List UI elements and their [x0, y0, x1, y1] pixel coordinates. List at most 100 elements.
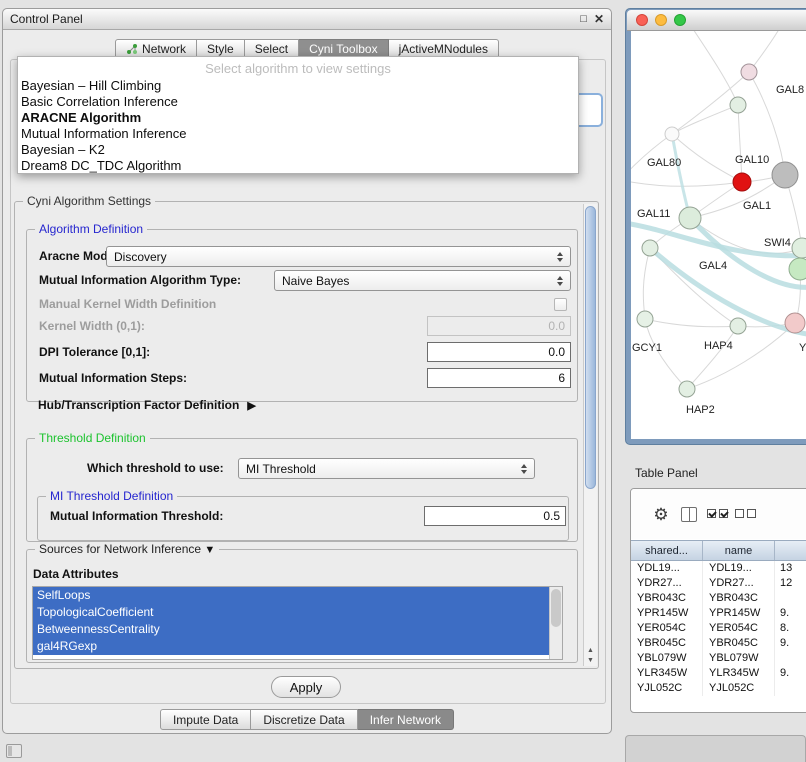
sources-legend-label: Sources for Network Inference — [39, 542, 201, 556]
algorithm-option-bayesian-hill-climbing[interactable]: Bayesian – Hill Climbing — [18, 78, 578, 94]
bottom-tab-discretize-data[interactable]: Discretize Data — [251, 709, 357, 730]
network-canvas[interactable]: GAL8GAL80GAL10GAL11GAL1SWI4GAL4GCY1HAP4Y… — [631, 31, 806, 439]
collapsed-bottom-panel[interactable] — [625, 735, 806, 762]
network-node[interactable] — [730, 318, 746, 334]
scrollbar-arrows[interactable]: ▲▼ — [584, 647, 597, 664]
threshold-definition-group: Threshold Definition Which threshold to … — [26, 438, 578, 542]
column-header-name[interactable]: name — [703, 541, 775, 560]
network-window-titlebar[interactable] — [627, 10, 806, 31]
settings-scrollbar[interactable]: ▲▼ — [583, 204, 597, 666]
mi-threshold-field[interactable]: 0.5 — [424, 506, 566, 526]
table-row[interactable]: YPR145WYPR145W9. — [631, 606, 806, 621]
panel-restore-icon[interactable] — [6, 744, 22, 758]
unselect-columns-icon[interactable] — [735, 509, 756, 518]
network-node[interactable] — [637, 311, 653, 327]
kernel-width-field[interactable]: 0.0 — [427, 316, 571, 336]
network-edge[interactable] — [672, 134, 742, 182]
algorithm-option-aracne-algorithm[interactable]: ARACNE Algorithm — [18, 110, 578, 126]
table-row[interactable]: YBL079WYBL079W — [631, 651, 806, 666]
minimize-traffic-icon[interactable] — [655, 14, 667, 26]
node-label-hap2: HAP2 — [686, 404, 715, 416]
network-edge[interactable] — [643, 248, 650, 319]
settings-scrollbar-thumb[interactable] — [585, 206, 596, 489]
attribute-item-betweennesscentrality[interactable]: BetweennessCentrality — [33, 621, 549, 638]
table-row[interactable]: YBR045CYBR045C9. — [631, 636, 806, 651]
table-row[interactable]: YBR043CYBR043C — [631, 591, 806, 606]
scroll-down-icon[interactable]: ▼ — [587, 657, 594, 664]
table-row[interactable]: YDL19...YDL19...13 — [631, 561, 806, 576]
network-node[interactable] — [733, 173, 751, 191]
table-row[interactable]: YER054CYER054C8. — [631, 621, 806, 636]
attributes-scrollbar-thumb[interactable] — [551, 589, 561, 627]
network-edge[interactable] — [687, 326, 738, 389]
table-row[interactable]: YJL052CYJL052C — [631, 681, 806, 696]
node-label-gcy1: GCY1 — [632, 342, 662, 354]
table-row[interactable]: YLR345WYLR345W9. — [631, 666, 806, 681]
network-edge[interactable] — [691, 31, 738, 105]
hub-section-label: Hub/Transcription Factor Definition — [38, 398, 239, 412]
algorithm-definition-legend: Algorithm Definition — [35, 222, 147, 236]
attributes-scrollbar[interactable] — [549, 587, 562, 659]
network-node[interactable] — [679, 207, 701, 229]
manual-kernel-label: Manual Kernel Width Definition — [39, 294, 216, 315]
dpi-tolerance-field[interactable]: 0.0 — [427, 342, 571, 362]
network-edge[interactable] — [645, 319, 687, 389]
unchecked-box-icon — [747, 509, 756, 518]
network-edge[interactable] — [650, 248, 806, 335]
network-node[interactable] — [665, 127, 679, 141]
network-edge[interactable] — [645, 319, 738, 327]
algorithm-option-dream8-dc-tdc-algorithm[interactable]: Dream8 DC_TDC Algorithm — [18, 158, 578, 174]
attribute-item-topologicalcoefficient[interactable]: TopologicalCoefficient — [33, 604, 549, 621]
attribute-item-gal4rgexp[interactable]: gal4RGexp — [33, 638, 549, 655]
column-header-extra[interactable] — [775, 541, 806, 560]
algorithm-popup-placeholder: Select algorithm to view settings — [18, 59, 578, 78]
table-cell: YDL19... — [703, 561, 775, 576]
which-threshold-select[interactable]: MI Threshold — [238, 458, 535, 479]
table-row[interactable]: YDR27...YDR27...12 — [631, 576, 806, 591]
network-node[interactable] — [741, 64, 757, 80]
network-node[interactable] — [730, 97, 746, 113]
cyni-settings-box: Cyni Algorithm Settings Algorithm Defini… — [14, 201, 599, 669]
float-window-icon[interactable]: □ — [580, 13, 587, 25]
scroll-up-icon[interactable]: ▲ — [587, 647, 594, 654]
algorithm-option-mutual-information-inference[interactable]: Mutual Information Inference — [18, 126, 578, 142]
bottom-tab-infer-network[interactable]: Infer Network — [358, 709, 454, 730]
hub-section-toggle[interactable]: Hub/Transcription Factor Definition ▶ — [38, 398, 256, 412]
network-node[interactable] — [785, 313, 805, 333]
sources-legend-toggle[interactable]: Sources for Network Inference ▼ — [35, 542, 219, 556]
table-cell: YDL19... — [631, 561, 703, 576]
select-columns-icon[interactable] — [707, 509, 728, 518]
apply-button[interactable]: Apply — [271, 676, 341, 698]
network-node[interactable] — [789, 258, 806, 280]
network-node[interactable] — [642, 240, 658, 256]
zoom-traffic-icon[interactable] — [674, 14, 686, 26]
kernel-width-label: Kernel Width (0,1): — [39, 316, 145, 337]
table-panel-title: Table Panel — [635, 466, 698, 480]
table-cell: 13 — [775, 561, 806, 576]
aracne-mode-select[interactable]: Discovery — [106, 246, 571, 267]
dpi-tolerance-label: DPI Tolerance [0,1]: — [39, 342, 150, 363]
network-edge[interactable] — [631, 181, 742, 186]
column-header-shared[interactable]: shared... — [631, 541, 703, 560]
node-label-swi4: SWI4 — [764, 237, 791, 249]
data-attributes-label: Data Attributes — [33, 564, 119, 585]
mi-type-select[interactable]: Naive Bayes — [274, 270, 571, 291]
close-icon[interactable]: ✕ — [594, 12, 604, 26]
algorithm-option-bayesian-k2[interactable]: Bayesian – K2 — [18, 142, 578, 158]
mi-steps-field[interactable]: 6 — [427, 368, 571, 388]
bottom-tab-impute-data[interactable]: Impute Data — [160, 709, 251, 730]
window-title: Control Panel — [10, 12, 83, 26]
gear-icon[interactable]: ⚙ — [651, 505, 671, 525]
column-layout-icon[interactable] — [681, 507, 697, 522]
close-traffic-icon[interactable] — [636, 14, 648, 26]
expanded-triangle-icon: ▼ — [204, 544, 215, 556]
control-panel-titlebar[interactable]: Control Panel □ ✕ — [3, 9, 611, 30]
node-label-gal1: GAL1 — [743, 200, 771, 212]
network-edge[interactable] — [738, 105, 742, 182]
manual-kernel-checkbox[interactable] — [554, 298, 567, 311]
network-node[interactable] — [772, 162, 798, 188]
algorithm-option-basic-correlation-inference[interactable]: Basic Correlation Inference — [18, 94, 578, 110]
aracne-mode-value: Discovery — [114, 250, 167, 264]
network-node[interactable] — [679, 381, 695, 397]
attribute-item-selfloops[interactable]: SelfLoops — [33, 587, 549, 604]
